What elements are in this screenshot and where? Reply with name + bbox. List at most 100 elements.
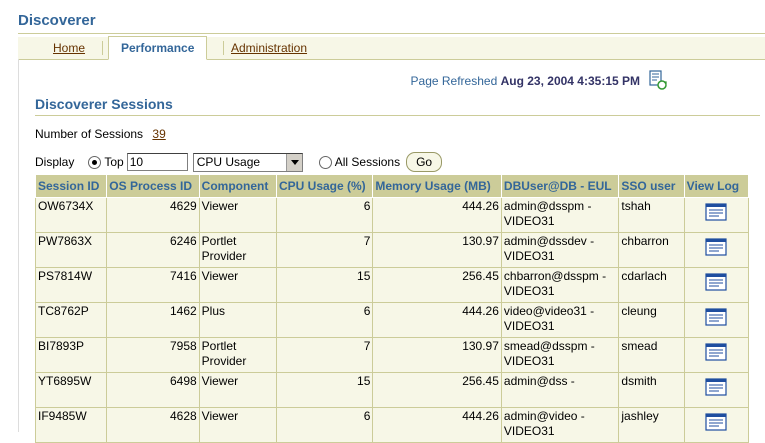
- cell-os-process-id: 6246: [106, 232, 200, 268]
- cell-memory-usage: 444.26: [372, 407, 502, 443]
- cell-cpu-usage: 6: [275, 302, 374, 338]
- cell-memory-usage: 444.26: [372, 197, 502, 233]
- cell-os-process-id: 7958: [106, 337, 200, 373]
- all-sessions-radio[interactable]: [318, 155, 332, 169]
- cell-session-id: OW6734X: [34, 197, 108, 233]
- cell-sso-user: cdarlach: [618, 267, 685, 303]
- header-dbuser[interactable]: DBUser@DB - EUL: [500, 174, 620, 198]
- view-log-icon[interactable]: [705, 378, 727, 396]
- cell-view-log: [683, 372, 750, 408]
- cell-memory-usage: 256.45: [372, 372, 502, 408]
- cell-memory-usage: 256.45: [372, 267, 502, 303]
- cell-view-log: [683, 267, 750, 303]
- view-log-icon[interactable]: [705, 343, 727, 361]
- cell-os-process-id: 4629: [106, 197, 200, 233]
- cell-sso-user: cleung: [618, 302, 685, 338]
- cell-os-process-id: 4628: [106, 407, 200, 443]
- title-divider: [18, 33, 765, 34]
- table-row: BI7893P 7958 Portlet Provider 7 130.97 s…: [34, 337, 750, 373]
- page-refreshed-status: Page Refreshed Aug 23, 2004 4:35:15 PM: [411, 74, 640, 88]
- refresh-icon[interactable]: [648, 70, 668, 90]
- cell-view-log: [683, 337, 750, 373]
- number-of-sessions-label: Number of Sessions: [35, 127, 144, 141]
- cell-os-process-id: 1462: [106, 302, 200, 338]
- cell-cpu-usage: 15: [275, 372, 374, 408]
- cell-session-id: PS7814W: [34, 267, 108, 303]
- cell-os-process-id: 6498: [106, 372, 200, 408]
- cell-sso-user: dsmith: [618, 372, 685, 408]
- display-controls: Display Top CPU Usage All Sessions Go: [35, 151, 443, 173]
- cell-component: Viewer: [198, 197, 277, 233]
- cell-memory-usage: 130.97: [372, 232, 502, 268]
- cell-cpu-usage: 6: [275, 197, 374, 233]
- cell-dbuser: chbarron@dsspm - VIDEO31: [500, 267, 620, 303]
- sort-by-select[interactable]: CPU Usage: [192, 152, 303, 172]
- header-os-process-id[interactable]: OS Process ID: [106, 174, 200, 198]
- view-log-icon[interactable]: [705, 413, 727, 431]
- header-session-id[interactable]: Session ID: [34, 174, 108, 198]
- sessions-table: Session ID OS Process ID Component CPU U…: [34, 174, 750, 443]
- cell-memory-usage: 444.26: [372, 302, 502, 338]
- table-header-row: Session ID OS Process ID Component CPU U…: [34, 174, 750, 198]
- cell-component: Viewer: [198, 267, 277, 303]
- sort-by-value: CPU Usage: [196, 154, 261, 169]
- cell-component: Viewer: [198, 372, 277, 408]
- cell-view-log: [683, 407, 750, 443]
- tab-administration[interactable]: Administration: [231, 37, 307, 59]
- section-title: Discoverer Sessions: [35, 96, 173, 112]
- cell-component: Plus: [198, 302, 277, 338]
- tab-separator: [223, 41, 224, 55]
- cell-dbuser: video@video31 - VIDEO31: [500, 302, 620, 338]
- chevron-down-icon[interactable]: [285, 153, 302, 171]
- top-count-input[interactable]: [126, 153, 188, 171]
- table-row: IF9485W 4628 Viewer 6 444.26 admin@video…: [34, 407, 750, 443]
- header-cpu-usage[interactable]: CPU Usage (%): [275, 174, 374, 198]
- cell-sso-user: chbarron: [618, 232, 685, 268]
- cell-sso-user: jashley: [618, 407, 685, 443]
- table-row: YT6895W 6498 Viewer 15 256.45 admin@dss …: [34, 372, 750, 408]
- cell-os-process-id: 7416: [106, 267, 200, 303]
- cell-cpu-usage: 7: [275, 232, 374, 268]
- table-row: PW7863X 6246 Portlet Provider 7 130.97 a…: [34, 232, 750, 268]
- view-log-icon[interactable]: [705, 203, 727, 221]
- view-log-icon[interactable]: [705, 273, 727, 291]
- header-sso-user[interactable]: SSO user: [618, 174, 685, 198]
- cell-component: Portlet Provider: [198, 337, 277, 373]
- tab-separator: [102, 41, 103, 55]
- cell-cpu-usage: 15: [275, 267, 374, 303]
- header-view-log: View Log: [683, 174, 750, 198]
- table-row: OW6734X 4629 Viewer 6 444.26 admin@dsspm…: [34, 197, 750, 233]
- cell-session-id: BI7893P: [34, 337, 108, 373]
- cell-sso-user: tshah: [618, 197, 685, 233]
- cell-component: Portlet Provider: [198, 232, 277, 268]
- cell-view-log: [683, 232, 750, 268]
- header-component[interactable]: Component: [198, 174, 277, 198]
- page-refreshed-timestamp: Aug 23, 2004 4:35:15 PM: [500, 74, 640, 88]
- cell-session-id: IF9485W: [34, 407, 108, 443]
- cell-dbuser: smead@dsspm - VIDEO31: [500, 337, 620, 373]
- top-radio[interactable]: [88, 155, 102, 169]
- cell-dbuser: admin@dss -: [500, 372, 620, 408]
- cell-dbuser: admin@dsspm - VIDEO31: [500, 197, 620, 233]
- cell-cpu-usage: 6: [275, 407, 374, 443]
- cell-cpu-usage: 7: [275, 337, 374, 373]
- go-button[interactable]: Go: [406, 152, 443, 172]
- page-refreshed-label: Page Refreshed: [410, 74, 498, 88]
- tab-performance[interactable]: Performance: [108, 36, 208, 60]
- number-of-sessions-link[interactable]: 39: [152, 127, 165, 141]
- all-sessions-label: All Sessions: [334, 155, 401, 169]
- cell-component: Viewer: [198, 407, 277, 443]
- content-left-border: [18, 59, 19, 432]
- view-log-icon[interactable]: [705, 238, 727, 256]
- section-divider: [35, 115, 760, 116]
- tab-bar: Home Performance Administration: [18, 36, 765, 60]
- header-memory-usage[interactable]: Memory Usage (MB): [372, 174, 502, 198]
- tab-home[interactable]: Home: [53, 37, 85, 59]
- cell-sso-user: smead: [618, 337, 685, 373]
- app-title: Discoverer: [18, 12, 96, 29]
- cell-view-log: [683, 197, 750, 233]
- cell-memory-usage: 130.97: [372, 337, 502, 373]
- view-log-icon[interactable]: [705, 308, 727, 326]
- cell-session-id: TC8762P: [34, 302, 108, 338]
- cell-dbuser: admin@dssdev - VIDEO31: [500, 232, 620, 268]
